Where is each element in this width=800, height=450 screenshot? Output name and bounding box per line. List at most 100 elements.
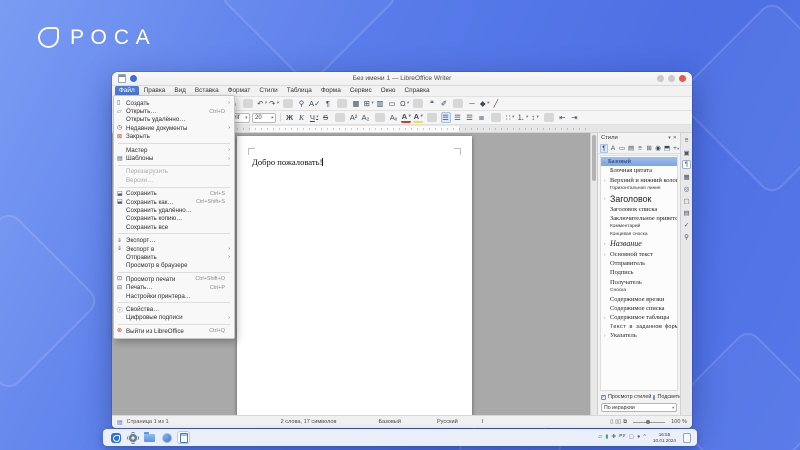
underline-icon[interactable]: Ч▾	[309, 112, 319, 123]
formatting-marks-icon[interactable]: ¶	[323, 98, 333, 109]
minimize-button[interactable]	[657, 75, 664, 82]
font-size-combo[interactable]: 20▾	[252, 113, 276, 123]
insert-table-icon[interactable]: ⊞▾	[363, 98, 373, 109]
insert-symbol-icon[interactable]: Ω▾	[399, 98, 409, 109]
menu-versions[interactable]: Версии…	[114, 176, 234, 184]
numbering-icon[interactable]: ⒈▾	[517, 112, 528, 123]
draw-functions-icon[interactable]: ╱	[491, 98, 501, 109]
panel-settings-icon[interactable]: ▾	[668, 135, 671, 141]
menu-printer-settings[interactable]: Настройки принтера…	[114, 292, 234, 300]
new-style-icon[interactable]: +▾	[672, 144, 680, 153]
clear-formatting-icon[interactable]: Aₓ	[389, 112, 399, 123]
menu-exit[interactable]: ⊗ Выйти из LibreOffice Ctrl+Q	[114, 327, 234, 335]
menu-print-preview[interactable]: ⊡ Просмотр печати Ctrl+Shift+O	[114, 275, 234, 283]
style-list-item[interactable]: Блочная цитата	[601, 166, 677, 175]
menu-save[interactable]: ⬓ Сохранить Ctrl+S	[114, 190, 234, 198]
page-tab-icon[interactable]: ▢	[682, 196, 691, 205]
text-language[interactable]: Русский	[437, 419, 458, 425]
expander-icon[interactable]: ›	[604, 178, 606, 183]
title-bar[interactable]: Без имени 1 — LibreOffice Writer	[112, 72, 692, 86]
menu-properties[interactable]: ⓘ Свойства…	[114, 305, 234, 313]
menu-recent[interactable]: ◷ Недавние документы ›	[114, 124, 234, 132]
styles-tab-icon[interactable]: ¶	[682, 160, 691, 169]
character-styles-icon[interactable]: A	[609, 144, 617, 153]
settings-app[interactable]	[126, 431, 139, 444]
style-list-item[interactable]: Содержимое списка	[601, 304, 677, 313]
updates-tray-icon[interactable]: ✚	[611, 435, 616, 441]
align-right-icon[interactable]: ☰	[465, 112, 475, 123]
track-changes-icon[interactable]: ✐	[439, 98, 449, 109]
find-tab-icon[interactable]: ⚲	[682, 232, 691, 241]
gallery-tab-icon[interactable]: ▦	[682, 172, 691, 181]
expander-icon[interactable]: ›	[604, 315, 606, 320]
document-text[interactable]: Добро пожаловать!	[252, 157, 323, 167]
clipboard-tray-icon[interactable]: ▱	[598, 435, 602, 441]
close-button[interactable]	[679, 75, 686, 82]
basic-shapes-icon[interactable]: ◆▾	[479, 98, 489, 109]
find-replace-icon[interactable]: ⚲	[297, 98, 307, 109]
properties-tab-icon[interactable]: ▣	[682, 148, 691, 157]
network-tray-icon[interactable]: ●	[637, 435, 640, 441]
style-list-item[interactable]: Комментарий	[601, 223, 677, 231]
frame-styles-icon[interactable]: ▭	[618, 144, 626, 153]
highlight-color-icon[interactable]: А▾	[413, 112, 423, 123]
browser-app[interactable]	[160, 431, 173, 444]
insert-textbox-icon[interactable]: ▭	[387, 98, 397, 109]
style-list-item[interactable]: Сноска	[601, 287, 677, 295]
menu-templates[interactable]: ▤ Шаблоны ›	[114, 154, 234, 162]
style-list-item[interactable]: › Заголовок	[601, 193, 677, 205]
menubar-item[interactable]: Форма	[317, 86, 345, 96]
expander-icon[interactable]: ›	[604, 241, 606, 246]
style-list-item[interactable]: Подпись	[601, 268, 677, 277]
page-styles-icon[interactable]: ▤	[627, 144, 635, 153]
keyboard-layout-indicator[interactable]: РУ	[619, 435, 626, 440]
menu-save-as[interactable]: ⬓ Сохранить как… Ctrl+Shift+S	[114, 198, 234, 206]
document-page[interactable]: Добро пожаловать!	[237, 136, 472, 415]
justify-icon[interactable]: ≣	[477, 112, 487, 123]
menu-digital-signatures[interactable]: Цифровые подписи ›	[114, 314, 234, 322]
style-list-item[interactable]: › Верхний и нижний колонтитулы	[601, 176, 677, 185]
menu-open-remote[interactable]: Открыть удалённо…	[114, 116, 234, 124]
menubar-item[interactable]: Окно	[377, 86, 400, 96]
file-manager-app[interactable]	[143, 431, 156, 444]
show-previews-checkbox[interactable]: ✓	[601, 395, 606, 400]
menubar-item[interactable]: Справка	[401, 86, 434, 96]
expander-icon[interactable]: ›	[604, 196, 606, 201]
spelling-icon[interactable]: A✓	[309, 98, 321, 109]
scrollbar-thumb[interactable]	[592, 135, 596, 181]
line-spacing-icon[interactable]: ↕▾	[530, 112, 540, 123]
menu-save-remote[interactable]: Сохранить удалённо…	[114, 206, 234, 214]
menubar-item[interactable]: Стили	[255, 86, 281, 96]
style-list-item[interactable]: Текст в заданном формате	[601, 323, 677, 331]
bold-icon[interactable]: Ж	[285, 112, 295, 123]
book-view-icon[interactable]: ⧉	[623, 419, 627, 426]
page-style[interactable]: Базовый	[379, 419, 401, 425]
maximize-button[interactable]	[668, 75, 675, 82]
zoom-slider-thumb[interactable]	[646, 420, 650, 424]
zoom-level[interactable]: 100 %	[671, 419, 687, 425]
menu-preview-browser[interactable]: Просмотр в браузере	[114, 262, 234, 270]
menu-close[interactable]: ⊠ Закрыть	[114, 133, 234, 141]
menu-reload[interactable]: Перезагрузить	[114, 168, 234, 176]
insert-mode[interactable]: I	[482, 419, 484, 425]
menu-save-copy[interactable]: Сохранить копию…	[114, 215, 234, 223]
style-list-item[interactable]: Горизонтальная линия	[601, 185, 677, 193]
menu-send[interactable]: Отправить ›	[114, 253, 234, 261]
style-list-item[interactable]: ⌄ Базовый	[601, 157, 677, 166]
menubar-item[interactable]: Таблица	[283, 86, 316, 96]
style-list-item[interactable]: Отправитель	[601, 259, 677, 268]
decrease-indent-icon[interactable]: ⇤	[558, 112, 568, 123]
superscript-icon[interactable]: A²	[349, 112, 359, 123]
tray-expand-icon[interactable]: ^	[643, 435, 646, 441]
align-left-icon[interactable]: ☰	[441, 112, 451, 123]
single-page-view-icon[interactable]: ▯	[610, 419, 613, 426]
fill-format-icon[interactable]: ⬒	[663, 144, 671, 153]
subscript-icon[interactable]: A₂	[361, 112, 371, 123]
style-list-item[interactable]: › Основной текст	[601, 250, 677, 259]
word-count[interactable]: 2 слова, 17 символов	[281, 419, 337, 425]
accessibility-tab-icon[interactable]: ✓	[682, 220, 691, 229]
zoom-slider[interactable]	[633, 422, 665, 423]
page-count[interactable]: Страница 1 из 1	[127, 419, 169, 425]
increase-indent-icon[interactable]: ⇥	[570, 112, 580, 123]
style-inspector-tab-icon[interactable]: ▤	[682, 208, 691, 217]
